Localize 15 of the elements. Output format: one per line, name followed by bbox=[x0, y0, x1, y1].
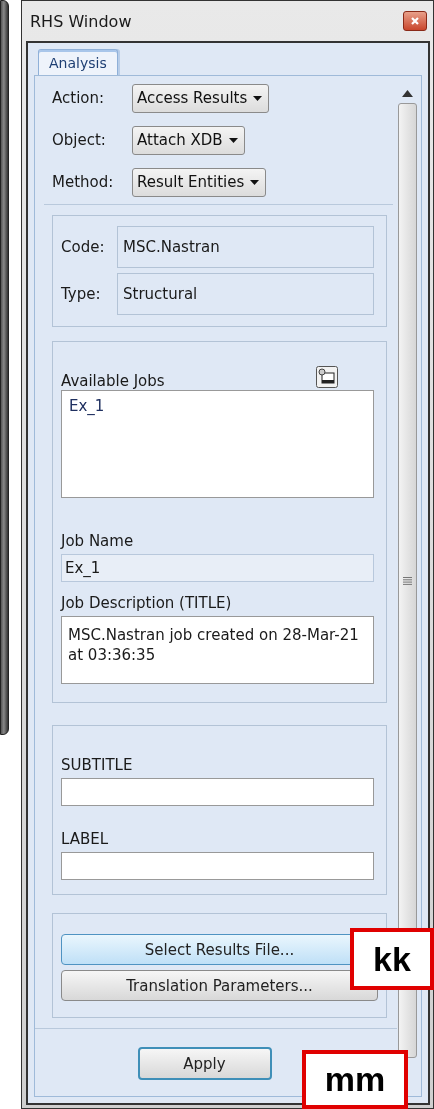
window-title: RHS Window bbox=[30, 11, 132, 31]
field-label: Code: bbox=[61, 238, 106, 256]
field-label: Job Name bbox=[61, 531, 135, 550]
field-label: Action: bbox=[52, 89, 106, 107]
field-label: Available Jobs bbox=[61, 372, 165, 390]
readonly-field: MSC.Nastran bbox=[117, 226, 374, 268]
field-label: Object: bbox=[52, 131, 107, 149]
field-label: SUBTITLE bbox=[61, 755, 134, 774]
field-label: Job Description (TITLE) bbox=[61, 593, 233, 612]
annotation-tooltip: kk bbox=[350, 928, 434, 990]
field-label: Method: bbox=[52, 173, 115, 191]
readonly-field: Structural bbox=[117, 273, 374, 315]
field-label: Type: bbox=[61, 285, 102, 303]
annotation-tooltip: mm bbox=[302, 1050, 408, 1109]
field-label: LABEL bbox=[61, 829, 110, 848]
